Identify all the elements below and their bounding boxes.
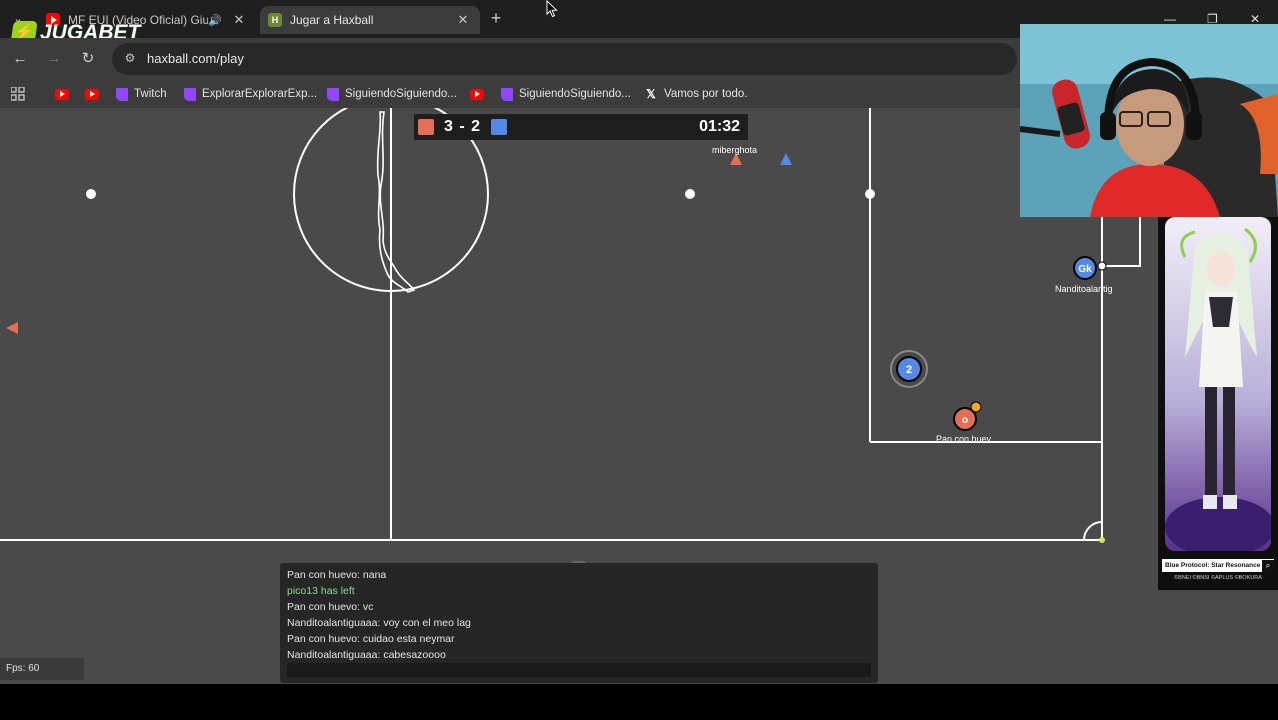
- bookmark-label: ExplorarExplorarExp...: [202, 88, 318, 100]
- bookmark-twitch[interactable]: Twitch: [116, 84, 167, 104]
- bookmark-youtube-2[interactable]: [85, 84, 105, 104]
- streamer-webcam: [1020, 24, 1278, 217]
- youtube-icon: [55, 88, 69, 100]
- player-name: Nanditoalantig: [1055, 284, 1113, 294]
- x-icon: 𝕏: [646, 86, 656, 101]
- sidebar-ad[interactable]: Blue Protocol: Star Resonance ⌕ ©BNEI ©B…: [1158, 217, 1278, 590]
- apps-grid-icon[interactable]: [11, 87, 25, 101]
- chat-message: Nanditoalantiguaaa: cabesazoooo: [287, 649, 446, 661]
- tab-haxball[interactable]: H Jugar a Haxball ✕: [260, 6, 480, 34]
- fps-counter: Fps: 60: [0, 658, 84, 680]
- back-arrow-icon[interactable]: ←: [9, 48, 31, 70]
- goal-post: [1099, 537, 1105, 543]
- site-settings-icon[interactable]: ⚙: [122, 51, 138, 67]
- tab-title: Jugar a Haxball: [290, 13, 374, 27]
- chat-message: Pan con huevo: nana: [287, 569, 387, 581]
- reload-icon[interactable]: ↻: [77, 48, 99, 70]
- mouse-cursor-icon: [546, 0, 558, 18]
- ad-title-banner[interactable]: Blue Protocol: Star Resonance ⌕: [1162, 559, 1274, 572]
- chat-box: Pan con huevo: nana pico13 has left Pan …: [280, 563, 878, 683]
- bookmark-siguiendo-2[interactable]: SiguiendoSiguiendo...: [501, 84, 631, 104]
- new-tab-icon[interactable]: +: [486, 8, 506, 28]
- ad-artwork: [1165, 217, 1271, 551]
- offscreen-blue-indicator: [780, 153, 792, 165]
- bookmark-explorar[interactable]: ExplorarExplorarExp...: [184, 84, 317, 104]
- chat-message: Nanditoalantiguaaa: voy con el meo lag: [287, 617, 471, 629]
- scoreboard: 3 - 2 01:32: [414, 114, 748, 140]
- player-label: Gk: [1078, 264, 1092, 275]
- webcam-image: [1020, 24, 1278, 217]
- chat-message: Pan con huevo: vc: [287, 601, 374, 613]
- goal-post: [1097, 261, 1107, 271]
- map-drawing: [376, 111, 416, 293]
- bookmark-label: Vamos por todo.: [664, 88, 748, 100]
- twitch-icon: [184, 87, 196, 101]
- pitch-point: [86, 189, 96, 199]
- player-label: o: [962, 415, 968, 426]
- youtube-icon: [85, 88, 99, 100]
- bookmark-siguiendo-1[interactable]: SiguiendoSiguiendo...: [327, 84, 457, 104]
- pitch-point: [685, 189, 695, 199]
- bookmark-label: SiguiendoSiguiendo...: [519, 88, 631, 100]
- bookmark-youtube-3[interactable]: [470, 84, 490, 104]
- haxball-icon: H: [268, 13, 282, 27]
- twitch-icon: [327, 87, 339, 101]
- player-name: miberghota: [712, 145, 758, 155]
- goal-net: [1102, 217, 1141, 267]
- chat-message: Pan con huevo: cuidao esta neymar: [287, 633, 455, 645]
- ad-credit: ©BNEI ©BNSI ©APLUS ©BOKURA: [1174, 575, 1262, 581]
- red-team-swatch: [418, 119, 434, 135]
- twitch-icon: [501, 87, 513, 101]
- ad-title: Blue Protocol: Star Resonance: [1165, 562, 1261, 569]
- address-bar[interactable]: ⚙ haxball.com/play: [112, 43, 1017, 75]
- twitch-icon: [116, 87, 128, 101]
- forward-arrow-icon[interactable]: →: [43, 48, 65, 70]
- bookmark-label: Twitch: [134, 88, 167, 100]
- player-label: 2: [906, 364, 912, 376]
- match-clock: 01:32: [699, 118, 740, 135]
- search-icon[interactable]: ⌕: [1262, 559, 1274, 572]
- close-icon[interactable]: ✕: [230, 12, 248, 28]
- bookmark-label: SiguiendoSiguiendo...: [345, 88, 457, 100]
- close-icon[interactable]: ✕: [454, 12, 472, 28]
- speaker-icon[interactable]: 🔊: [208, 14, 222, 27]
- corner-arc: [1083, 521, 1103, 541]
- bookmark-youtube-1[interactable]: [55, 84, 75, 104]
- chat-system-message: pico13 has left: [287, 585, 355, 597]
- address-url[interactable]: haxball.com/play: [147, 51, 244, 66]
- pitch-point: [865, 189, 875, 199]
- player-name: Pan con huev: [936, 434, 992, 444]
- blue-team-swatch: [491, 119, 508, 135]
- bookmark-x[interactable]: 𝕏 Vamos por todo.: [644, 84, 748, 104]
- score-text: 3 - 2: [444, 118, 482, 135]
- ad-illustration: [1165, 217, 1271, 551]
- ball: [970, 401, 982, 413]
- offscreen-red-indicator: [6, 322, 18, 334]
- chat-input[interactable]: [287, 663, 871, 677]
- youtube-icon: [470, 88, 484, 100]
